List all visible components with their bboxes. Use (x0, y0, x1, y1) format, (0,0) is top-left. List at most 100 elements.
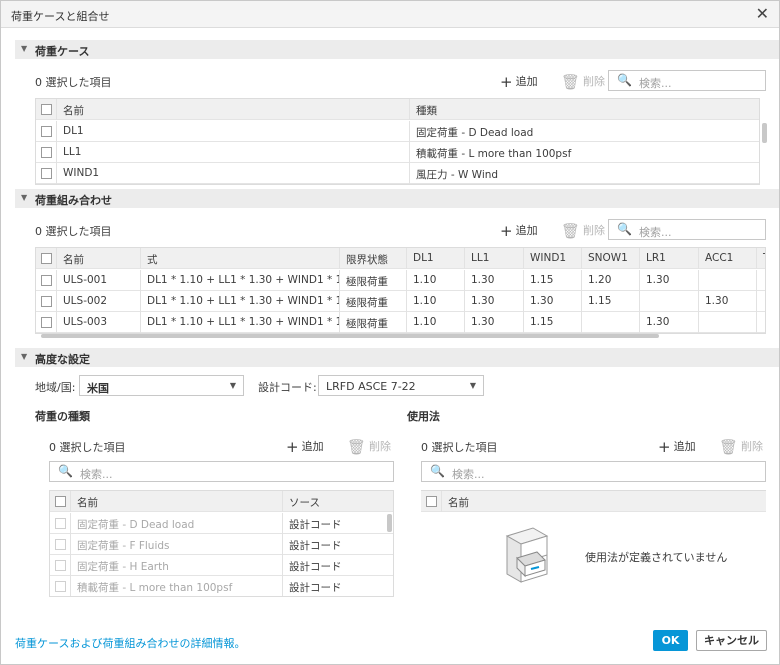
column-header-type[interactable]: 種類 (409, 99, 759, 120)
close-icon[interactable]: ✕ (756, 4, 769, 23)
scrollbar[interactable] (387, 514, 392, 532)
table-row[interactable]: 固定荷重 - D Dead load 設計コード (50, 513, 393, 534)
search-placeholder: 検索... (639, 226, 672, 239)
row-checkbox[interactable] (41, 275, 52, 286)
section-load-cases[interactable]: ▼ 荷重ケース (15, 40, 779, 59)
search-input[interactable]: 🔍 検索... (608, 219, 766, 240)
cell-name: 固定荷重 - H Earth (70, 555, 282, 576)
table-row[interactable]: LL1 積載荷重 - L more than 100psf (36, 142, 759, 163)
section-title: 高度な設定 (35, 353, 90, 366)
design-code-select[interactable]: LRFD ASCE 7-22 ▼ (318, 375, 484, 396)
cell-dl1: 1.10 (406, 270, 464, 291)
table-header: 名前 式 限界状態 DL1 LL1 WIND1 SNOW1 LR1 ACC1 T (36, 248, 765, 269)
cell-formula: DL1 * 1.10 + LL1 * 1.30 + WIND1 * 1.15 +… (140, 312, 339, 333)
help-link[interactable]: 荷重ケースおよび荷重組み合わせの詳細情報。 (15, 635, 245, 651)
table-row[interactable]: 固定荷重 - H Earth 設計コード (50, 555, 393, 576)
collapse-arrow-icon[interactable]: ▼ (21, 352, 27, 361)
code-label: 設計コード: (258, 381, 317, 394)
column-header-limit-state[interactable]: 限界状態 (339, 248, 406, 269)
row-checkbox[interactable] (55, 518, 66, 529)
column-header-ll1[interactable]: LL1 (464, 248, 523, 269)
search-input[interactable]: 🔍 検索... (421, 461, 766, 482)
horizontal-scrollbar[interactable] (41, 334, 659, 338)
row-checkbox[interactable] (55, 560, 66, 571)
add-label: 追加 (673, 440, 696, 453)
cell-limit-state: 極限荷重 (339, 291, 406, 312)
add-label: 追加 (515, 224, 538, 237)
table-row[interactable]: ULS-002 DL1 * 1.10 + LL1 * 1.30 + WIND1 … (36, 291, 765, 312)
plus-icon: + (658, 438, 671, 456)
cell-lr1 (639, 291, 698, 312)
select-all-checkbox[interactable] (41, 104, 52, 115)
row-checkbox[interactable] (55, 581, 66, 592)
add-button[interactable]: + 追加 (658, 438, 696, 456)
table-row[interactable]: DL1 固定荷重 - D Dead load (36, 121, 759, 142)
table-row[interactable]: WIND1 風圧力 - W Wind (36, 163, 759, 184)
cell-acc1: 1.30 (698, 291, 756, 312)
row-checkbox[interactable] (41, 126, 52, 137)
column-header-name[interactable]: 名前 (441, 491, 766, 512)
delete-button[interactable]: 🗑 削除 (561, 222, 605, 240)
select-all-checkbox[interactable] (55, 496, 66, 507)
scrollbar[interactable] (762, 123, 767, 143)
cell-dl1: 1.10 (406, 312, 464, 333)
search-input[interactable]: 🔍 検索... (49, 461, 394, 482)
add-button[interactable]: + 追加 (500, 73, 538, 91)
cell-snow1: 1.20 (581, 270, 639, 291)
cell-type: 風圧力 - W Wind (409, 163, 759, 184)
selected-count: 0 選択した項目 (35, 225, 112, 238)
cell-acc1 (698, 270, 756, 291)
chevron-down-icon: ▼ (229, 381, 236, 390)
add-button[interactable]: + 追加 (286, 438, 324, 456)
delete-label: 削除 (369, 440, 392, 453)
add-button[interactable]: + 追加 (500, 222, 538, 240)
column-header-t[interactable]: T (756, 248, 765, 269)
cell-name: WIND1 (56, 163, 409, 184)
row-checkbox[interactable] (41, 147, 52, 158)
collapse-arrow-icon[interactable]: ▼ (21, 44, 27, 53)
cell-dl1: 1.10 (406, 291, 464, 312)
usage-table: 名前 (421, 490, 766, 597)
column-header-snow1[interactable]: SNOW1 (581, 248, 639, 269)
region-select[interactable]: 米国 ▼ (79, 375, 244, 396)
select-all-checkbox[interactable] (41, 253, 52, 264)
cell-limit-state: 極限荷重 (339, 312, 406, 333)
cell-wind1: 1.30 (523, 291, 581, 312)
delete-label: 削除 (583, 224, 606, 237)
table-row[interactable]: 固定荷重 - F Fluids 設計コード (50, 534, 393, 555)
delete-button[interactable]: 🗑 削除 (561, 73, 605, 91)
cell-type: 固定荷重 - D Dead load (409, 121, 759, 142)
column-header-source[interactable]: ソース (282, 491, 393, 512)
table-row[interactable]: ULS-001 DL1 * 1.10 + LL1 * 1.30 + WIND1 … (36, 270, 765, 291)
column-header-wind1[interactable]: WIND1 (523, 248, 581, 269)
row-checkbox[interactable] (41, 317, 52, 328)
section-combinations[interactable]: ▼ 荷重組み合わせ (15, 189, 779, 208)
delete-button[interactable]: 🗑 削除 (719, 438, 763, 456)
cell-name: DL1 (56, 121, 409, 142)
cell-t (756, 291, 765, 312)
column-header-name[interactable]: 名前 (56, 99, 409, 120)
row-checkbox[interactable] (55, 539, 66, 550)
search-input[interactable]: 🔍 検索... (608, 70, 766, 91)
combinations-table: 名前 式 限界状態 DL1 LL1 WIND1 SNOW1 LR1 ACC1 T… (35, 247, 766, 334)
delete-button[interactable]: 🗑 削除 (347, 438, 391, 456)
section-advanced[interactable]: ▼ 高度な設定 (15, 348, 779, 367)
column-header-name[interactable]: 名前 (56, 248, 140, 269)
table-row[interactable]: ULS-003 DL1 * 1.10 + LL1 * 1.30 + WIND1 … (36, 312, 765, 333)
cancel-button[interactable]: キャンセル (696, 630, 767, 651)
column-header-acc1[interactable]: ACC1 (698, 248, 756, 269)
column-header-formula[interactable]: 式 (140, 248, 339, 269)
collapse-arrow-icon[interactable]: ▼ (21, 193, 27, 202)
delete-label: 削除 (741, 440, 764, 453)
table-row[interactable]: 積載荷重 - L more than 100psf 設計コード (50, 576, 393, 596)
empty-cabinet-icon (505, 527, 549, 583)
select-all-checkbox[interactable] (426, 496, 437, 507)
column-header-lr1[interactable]: LR1 (639, 248, 698, 269)
row-checkbox[interactable] (41, 296, 52, 307)
column-header-dl1[interactable]: DL1 (406, 248, 464, 269)
column-header-name[interactable]: 名前 (70, 491, 282, 512)
row-checkbox[interactable] (41, 168, 52, 179)
cell-name: ULS-003 (56, 312, 140, 333)
ok-button[interactable]: OK (653, 630, 688, 651)
search-placeholder: 検索... (452, 468, 485, 481)
